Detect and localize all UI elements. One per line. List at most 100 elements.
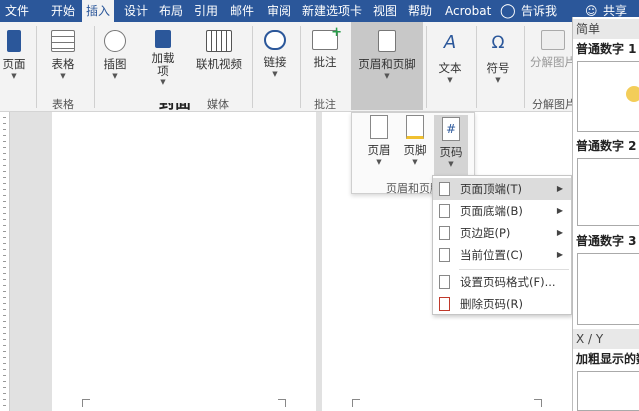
- tab-home[interactable]: 开始: [51, 0, 75, 22]
- crop-mark: [352, 399, 360, 407]
- link-icon: [264, 30, 286, 50]
- tab-new[interactable]: 新建选项卡: [302, 0, 362, 22]
- footer-label: 页脚: [403, 143, 427, 157]
- header-footer-label: 页眉和页脚: [358, 57, 416, 71]
- tab-help[interactable]: 帮助: [408, 0, 432, 22]
- group-separator: [426, 26, 427, 108]
- chevron-down-icon: ▼: [412, 158, 418, 166]
- gallery-item-plain-number-3[interactable]: [577, 253, 639, 325]
- menu-item-label: 删除页码(R): [460, 297, 523, 311]
- gallery-section-xy: X / Y: [573, 329, 639, 349]
- group-separator: [476, 26, 477, 108]
- menu-separator: [459, 269, 569, 270]
- group-separator: [252, 26, 253, 108]
- header-footer-icon: [378, 30, 396, 52]
- page-number-menu: 页面顶端(T) ▶ 页面底端(B) ▶ 页边距(P) ▶ 当前位置(C) ▶ 设…: [432, 175, 572, 315]
- group-label-comment: 批注: [314, 98, 336, 111]
- shapes-icon: [104, 30, 126, 52]
- remove-page-number-icon: [439, 297, 450, 311]
- gallery-item-title-1: 普通数字 1: [576, 42, 637, 56]
- footer-button[interactable]: 页脚 ▼: [398, 115, 432, 166]
- gallery-item-title-3: 普通数字 3: [576, 234, 637, 248]
- page-number-button[interactable]: # 页码 ▼: [434, 115, 468, 177]
- menu-item-label: 页边距(P): [460, 226, 511, 240]
- menu-item-current-position[interactable]: 当前位置(C) ▶: [433, 244, 571, 266]
- online-video-label: 联机视频: [196, 57, 242, 71]
- crop-mark: [82, 399, 90, 407]
- gallery-item-title-bold: 加粗显示的数: [576, 352, 639, 366]
- tab-insert[interactable]: 插入: [82, 0, 115, 22]
- gallery-item-title-2: 普通数字 2: [576, 139, 637, 153]
- omega-icon: Ω: [491, 33, 505, 53]
- gallery-item-plain-number-2[interactable]: [577, 158, 639, 226]
- cursor-highlight-icon: [626, 86, 639, 102]
- addins-button-label: 加载项: [151, 51, 175, 78]
- group-label-media: 媒体: [207, 98, 229, 111]
- chevron-down-icon: ▼: [11, 72, 17, 80]
- table-icon: [51, 30, 75, 52]
- tab-file[interactable]: 文件: [5, 0, 29, 22]
- gallery-item-bold-numbers[interactable]: [577, 371, 639, 411]
- document-page-1[interactable]: 封面: [52, 103, 316, 411]
- link-button[interactable]: 链接 ▼: [259, 30, 291, 79]
- menu-item-label: 设置页码格式(F)...: [460, 275, 556, 289]
- group-label-split-image: 分解图片: [532, 98, 576, 111]
- page-margin-icon: [439, 226, 450, 240]
- footer-icon: [406, 115, 424, 139]
- text-button[interactable]: A 文本 ▼: [432, 30, 468, 85]
- comment-button[interactable]: + 批注: [307, 25, 343, 70]
- comment-icon: +: [312, 25, 342, 50]
- tab-mailings[interactable]: 邮件: [230, 0, 254, 22]
- online-video-button[interactable]: 联机视频: [193, 30, 245, 72]
- header-button[interactable]: 页眉 ▼: [362, 115, 396, 166]
- menu-item-format-page-numbers[interactable]: 设置页码格式(F)...: [433, 271, 571, 293]
- crop-mark: [534, 399, 542, 407]
- split-image-button[interactable]: 分解图片: [528, 30, 578, 70]
- header-label: 页眉: [367, 143, 391, 157]
- chevron-down-icon: ▼: [495, 76, 501, 84]
- chevron-down-icon: ▼: [384, 72, 390, 80]
- page-number-icon: #: [442, 117, 460, 141]
- menu-item-remove-page-numbers[interactable]: 删除页码(R): [433, 293, 571, 315]
- symbol-button[interactable]: Ω 符号 ▼: [480, 30, 516, 85]
- menu-item-label: 页面顶端(T): [460, 182, 522, 196]
- group-separator: [36, 26, 37, 108]
- group-separator: [94, 26, 95, 108]
- vertical-ruler: [0, 112, 10, 411]
- menu-item-page-margin[interactable]: 页边距(P) ▶: [433, 222, 571, 244]
- comment-button-label: 批注: [313, 55, 337, 69]
- tell-me-search[interactable]: 告诉我: [521, 0, 557, 22]
- header-icon: [370, 115, 388, 139]
- header-footer-button[interactable]: 页眉和页脚 ▼: [353, 30, 421, 81]
- tab-view[interactable]: 视图: [373, 0, 397, 22]
- addins-button[interactable]: 加载项 ▼: [146, 30, 180, 87]
- tab-references[interactable]: 引用: [194, 0, 218, 22]
- ribbon: 页面 ▼ 表格 ▼ 表格 插图 ▼ 加载项 ▼ 联机视频 媒体 链接 ▼ + 批…: [0, 22, 639, 112]
- gallery-section-simple: 简单: [573, 19, 639, 39]
- page-top-icon: [439, 182, 450, 196]
- illustration-button[interactable]: 插图 ▼: [98, 30, 132, 81]
- crop-mark: [278, 399, 286, 407]
- chevron-down-icon: ▼: [272, 70, 278, 78]
- menu-item-top-of-page[interactable]: 页面顶端(T) ▶: [433, 178, 571, 200]
- tab-design[interactable]: 设计: [124, 0, 148, 22]
- text-button-label: 文本: [438, 61, 462, 75]
- submenu-arrow-icon: ▶: [556, 184, 563, 193]
- symbol-button-label: 符号: [486, 61, 510, 75]
- gallery-item-plain-number-1[interactable]: [577, 61, 639, 132]
- tab-acrobat[interactable]: Acrobat: [445, 0, 491, 22]
- page-number-label: 页码: [439, 145, 463, 159]
- chevron-down-icon: ▼: [376, 158, 382, 166]
- page-bottom-icon: [439, 204, 450, 218]
- menu-item-label: 当前位置(C): [460, 248, 524, 262]
- menu-item-bottom-of-page[interactable]: 页面底端(B) ▶: [433, 200, 571, 222]
- tab-review[interactable]: 审阅: [267, 0, 291, 22]
- menubar: 文件 开始 插入 设计 布局 引用 邮件 审阅 新建选项卡 视图 帮助 Acro…: [0, 0, 639, 22]
- table-button[interactable]: 表格 ▼: [46, 30, 80, 81]
- store-icon: [155, 30, 171, 48]
- page-button[interactable]: 页面 ▼: [0, 30, 28, 81]
- tab-layout[interactable]: 布局: [159, 0, 183, 22]
- split-image-icon: [541, 30, 565, 50]
- page-button-label: 页面: [2, 57, 26, 71]
- page-icon: [7, 30, 21, 52]
